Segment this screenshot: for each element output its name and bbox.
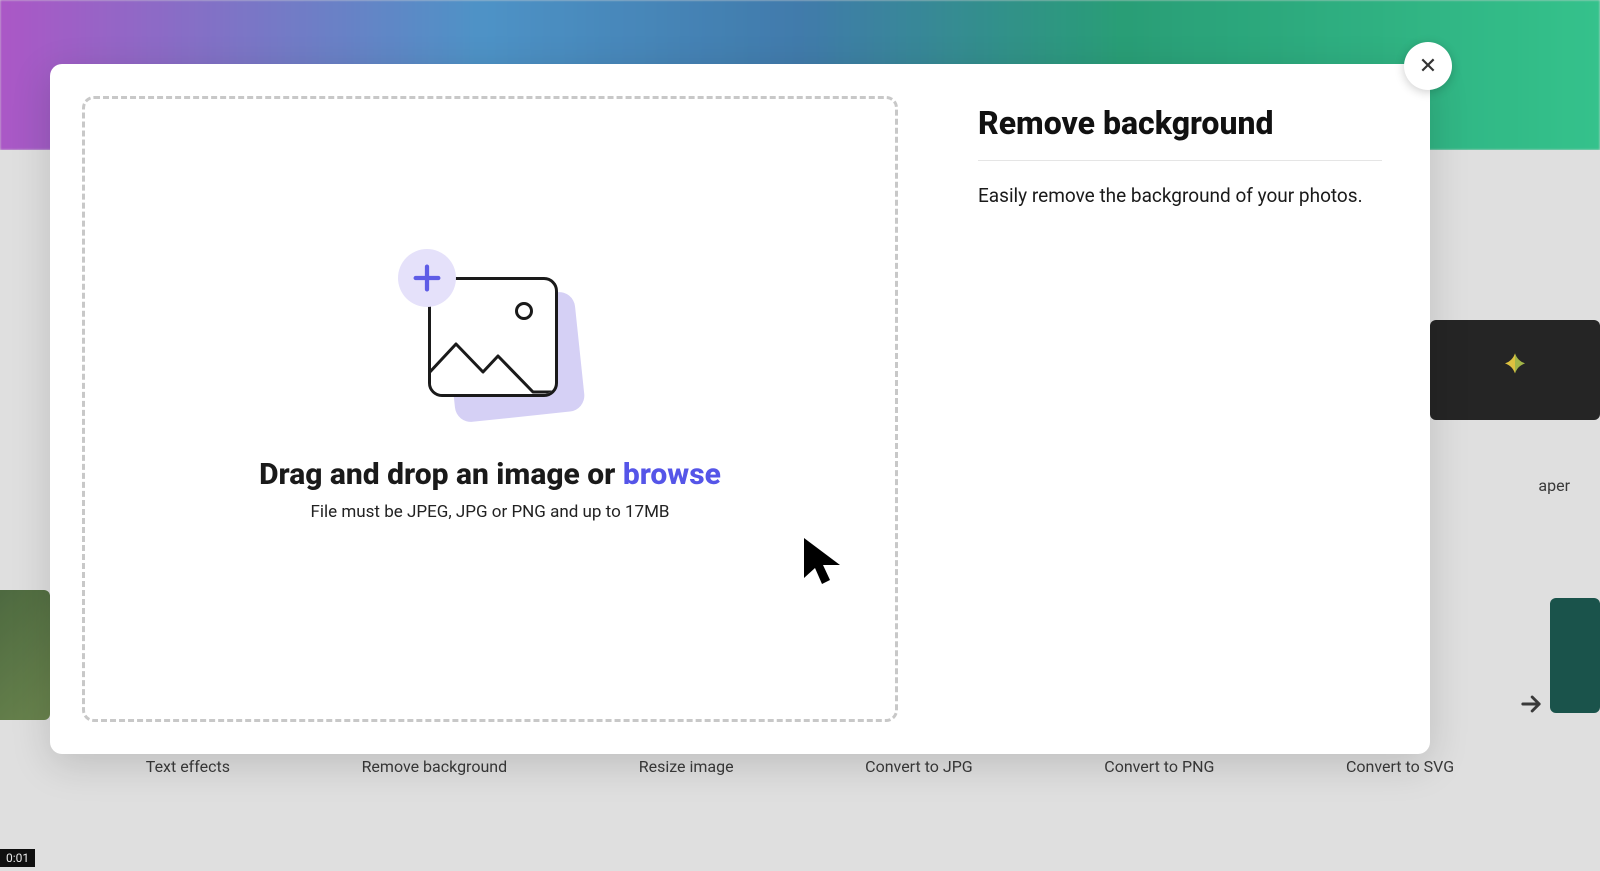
drop-title: Drag and drop an image or browse bbox=[259, 457, 721, 492]
side-panel-description: Easily remove the background of your pho… bbox=[978, 183, 1382, 210]
side-panel: Remove background Easily remove the back… bbox=[930, 64, 1430, 754]
cursor-icon bbox=[800, 534, 848, 590]
browse-link[interactable]: browse bbox=[623, 457, 721, 492]
image-icon-sun bbox=[515, 302, 533, 320]
upload-modal: ✕ Drag and drop an image or browse File … bbox=[50, 64, 1430, 754]
drop-zone[interactable]: Drag and drop an image or browse File mu… bbox=[82, 96, 898, 722]
close-button[interactable]: ✕ bbox=[1404, 42, 1452, 90]
plus-icon bbox=[410, 261, 444, 295]
drop-panel: Drag and drop an image or browse File mu… bbox=[50, 64, 930, 754]
side-panel-title: Remove background bbox=[978, 104, 1382, 161]
image-icon-mountains bbox=[428, 334, 558, 396]
upload-illustration bbox=[400, 257, 580, 417]
plus-badge bbox=[398, 249, 456, 307]
drop-subtext: File must be JPEG, JPG or PNG and up to … bbox=[310, 502, 669, 522]
close-icon: ✕ bbox=[1419, 53, 1437, 79]
drop-title-text: Drag and drop an image or bbox=[259, 457, 623, 492]
